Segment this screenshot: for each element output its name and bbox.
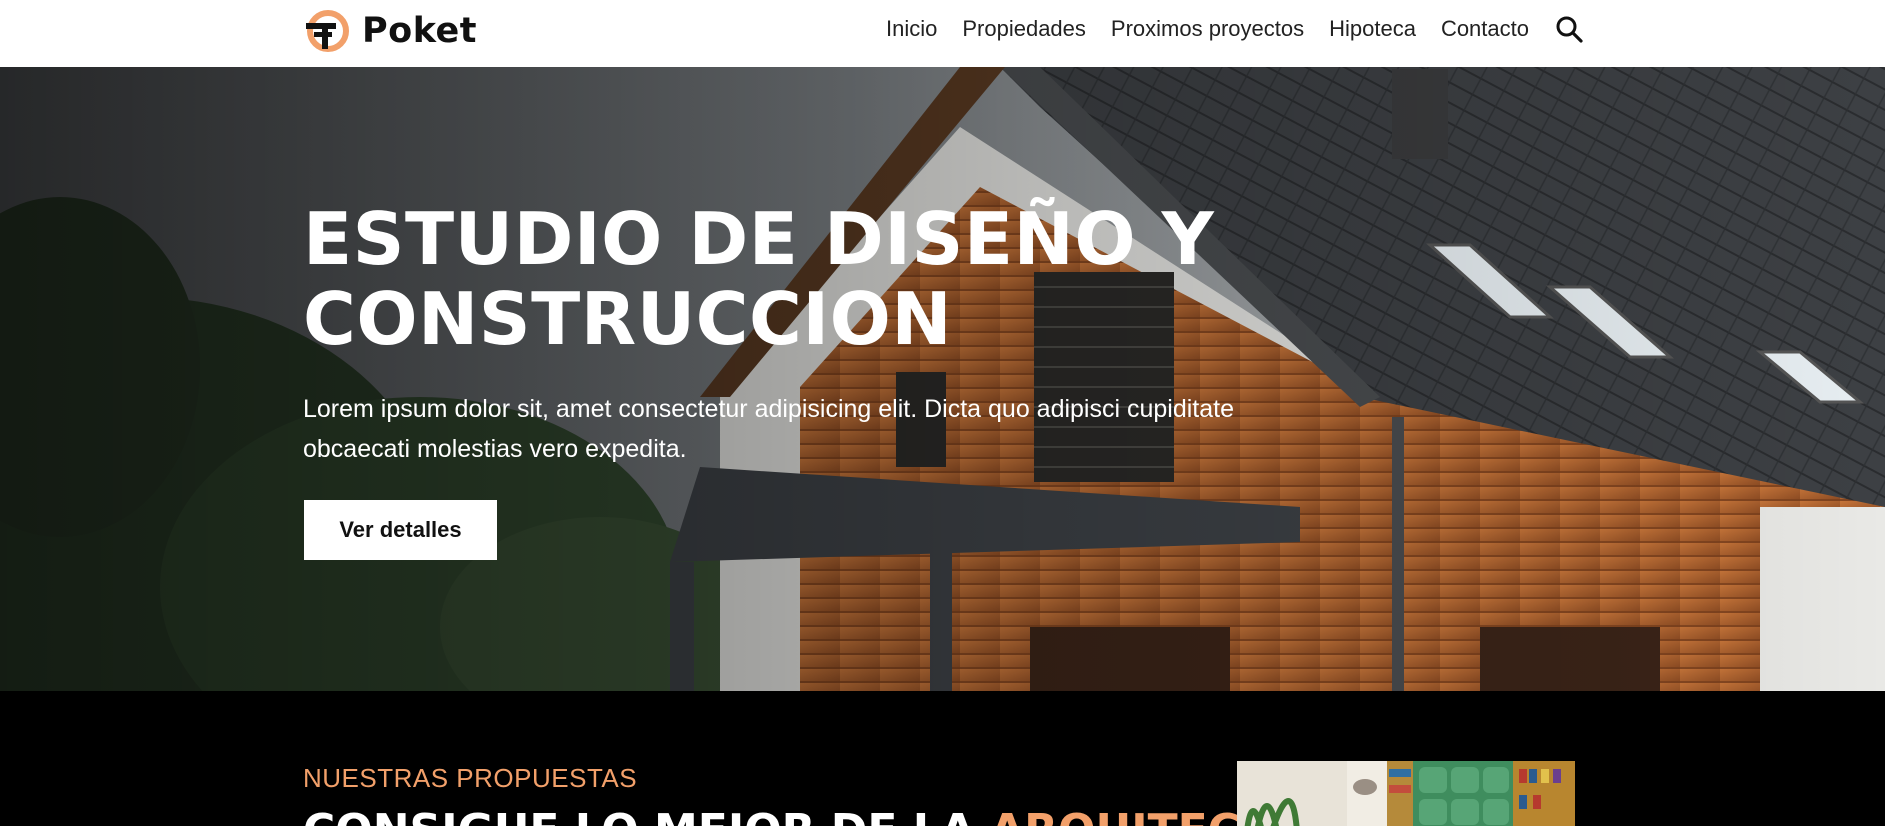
site-header: Poket Inicio Propiedades Proximos proyec… xyxy=(0,0,1885,67)
details-button[interactable]: Ver detalles xyxy=(304,500,497,560)
section-heading: CONSIGUE LO MEJOR DE LA ARQUITECTURA xyxy=(303,805,1374,826)
logo-link[interactable]: Poket xyxy=(302,8,477,54)
hero-title: ESTUDIO DE DISEÑO Y CONSTRUCCION xyxy=(303,197,1215,361)
interior-photo xyxy=(1237,761,1575,826)
nav-item-contacto[interactable]: Contacto xyxy=(1441,16,1529,42)
nav-item-hipoteca[interactable]: Hipoteca xyxy=(1329,16,1416,42)
section-heading-main: CONSIGUE LO MEJOR DE LA xyxy=(303,805,990,826)
main-nav: Inicio Propiedades Proximos proyectos Hi… xyxy=(886,0,1584,58)
nav-item-proximos-proyectos[interactable]: Proximos proyectos xyxy=(1111,16,1304,42)
hero-section: ESTUDIO DE DISEÑO Y CONSTRUCCION Lorem i… xyxy=(0,67,1885,691)
hero-text: Lorem ipsum dolor sit, amet consectetur … xyxy=(303,395,1235,463)
poket-logo-icon xyxy=(306,10,349,52)
search-icon xyxy=(1556,16,1583,43)
house-photo xyxy=(0,67,1885,691)
brand-name: Poket xyxy=(362,11,478,51)
nav-item-inicio[interactable]: Inicio xyxy=(886,16,937,42)
nav-item-propiedades[interactable]: Propiedades xyxy=(962,16,1086,42)
proposals-section: NUESTRAS PROPUESTAS CONSIGUE LO MEJOR DE… xyxy=(0,691,1885,826)
search-button[interactable] xyxy=(1554,14,1584,44)
section-eyebrow: NUESTRAS PROPUESTAS xyxy=(303,763,638,793)
